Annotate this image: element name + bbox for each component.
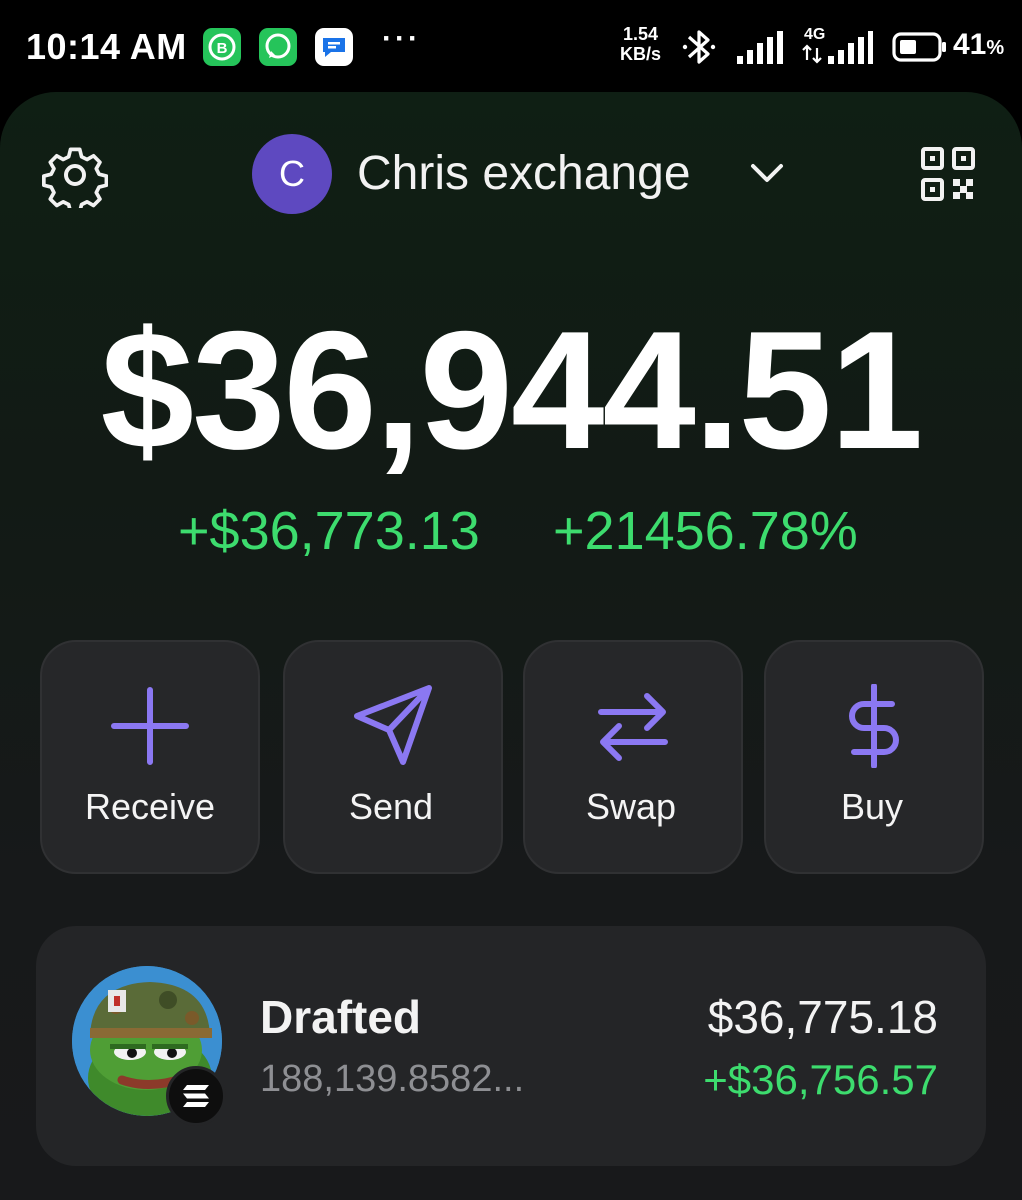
send-button[interactable] bbox=[283, 640, 503, 874]
business-chat-icon: B bbox=[203, 28, 241, 66]
balance-change-usd: +$36,773.13 bbox=[178, 501, 480, 561]
bluetooth-icon bbox=[682, 30, 716, 64]
receive-button[interactable] bbox=[40, 640, 260, 874]
balance-change-percent: +21456.78% bbox=[553, 501, 858, 561]
token-name: Drafted bbox=[260, 991, 422, 1043]
signal-icon-2 bbox=[828, 31, 873, 64]
token-amount: 188,139.8582... bbox=[260, 1058, 525, 1100]
token-value: $36,775.18 bbox=[707, 991, 938, 1043]
gear-icon[interactable] bbox=[42, 142, 108, 208]
dollar-icon bbox=[849, 684, 899, 768]
send-icon bbox=[354, 685, 432, 765]
send-label: Send bbox=[348, 786, 434, 827]
buy-button[interactable] bbox=[764, 640, 984, 874]
messages-icon bbox=[315, 28, 353, 66]
swap-label: Swap bbox=[585, 786, 677, 827]
whatsapp-icon bbox=[259, 28, 297, 66]
token-change: +$36,756.57 bbox=[703, 1056, 938, 1103]
network-speed: 1.54 KB/s bbox=[620, 24, 662, 64]
battery-icon bbox=[892, 32, 946, 62]
status-time: 10:14 AM bbox=[26, 26, 187, 67]
receive-label: Receive bbox=[84, 786, 216, 827]
data-transfer-icon bbox=[802, 44, 822, 64]
status-bar: 10:14 AM B ··· 1.54 KB/s 4G 41% bbox=[0, 0, 1022, 92]
qr-code-icon[interactable] bbox=[920, 146, 976, 202]
svg-text:B: B bbox=[217, 40, 228, 57]
network-type: 4G bbox=[804, 26, 826, 43]
total-balance: $36,944.51 bbox=[100, 296, 924, 484]
plus-icon bbox=[111, 687, 189, 765]
chevron-down-icon[interactable] bbox=[748, 158, 786, 188]
solana-icon bbox=[166, 1066, 226, 1126]
notification-overflow: ··· bbox=[382, 22, 421, 55]
account-avatar[interactable]: C bbox=[252, 134, 332, 214]
buy-label: Buy bbox=[840, 786, 904, 827]
swap-icon bbox=[598, 693, 668, 761]
account-name[interactable]: Chris exchange bbox=[357, 146, 691, 201]
signal-icon bbox=[737, 31, 783, 64]
battery-percent: 41% bbox=[953, 28, 1005, 61]
swap-button[interactable] bbox=[523, 640, 743, 874]
